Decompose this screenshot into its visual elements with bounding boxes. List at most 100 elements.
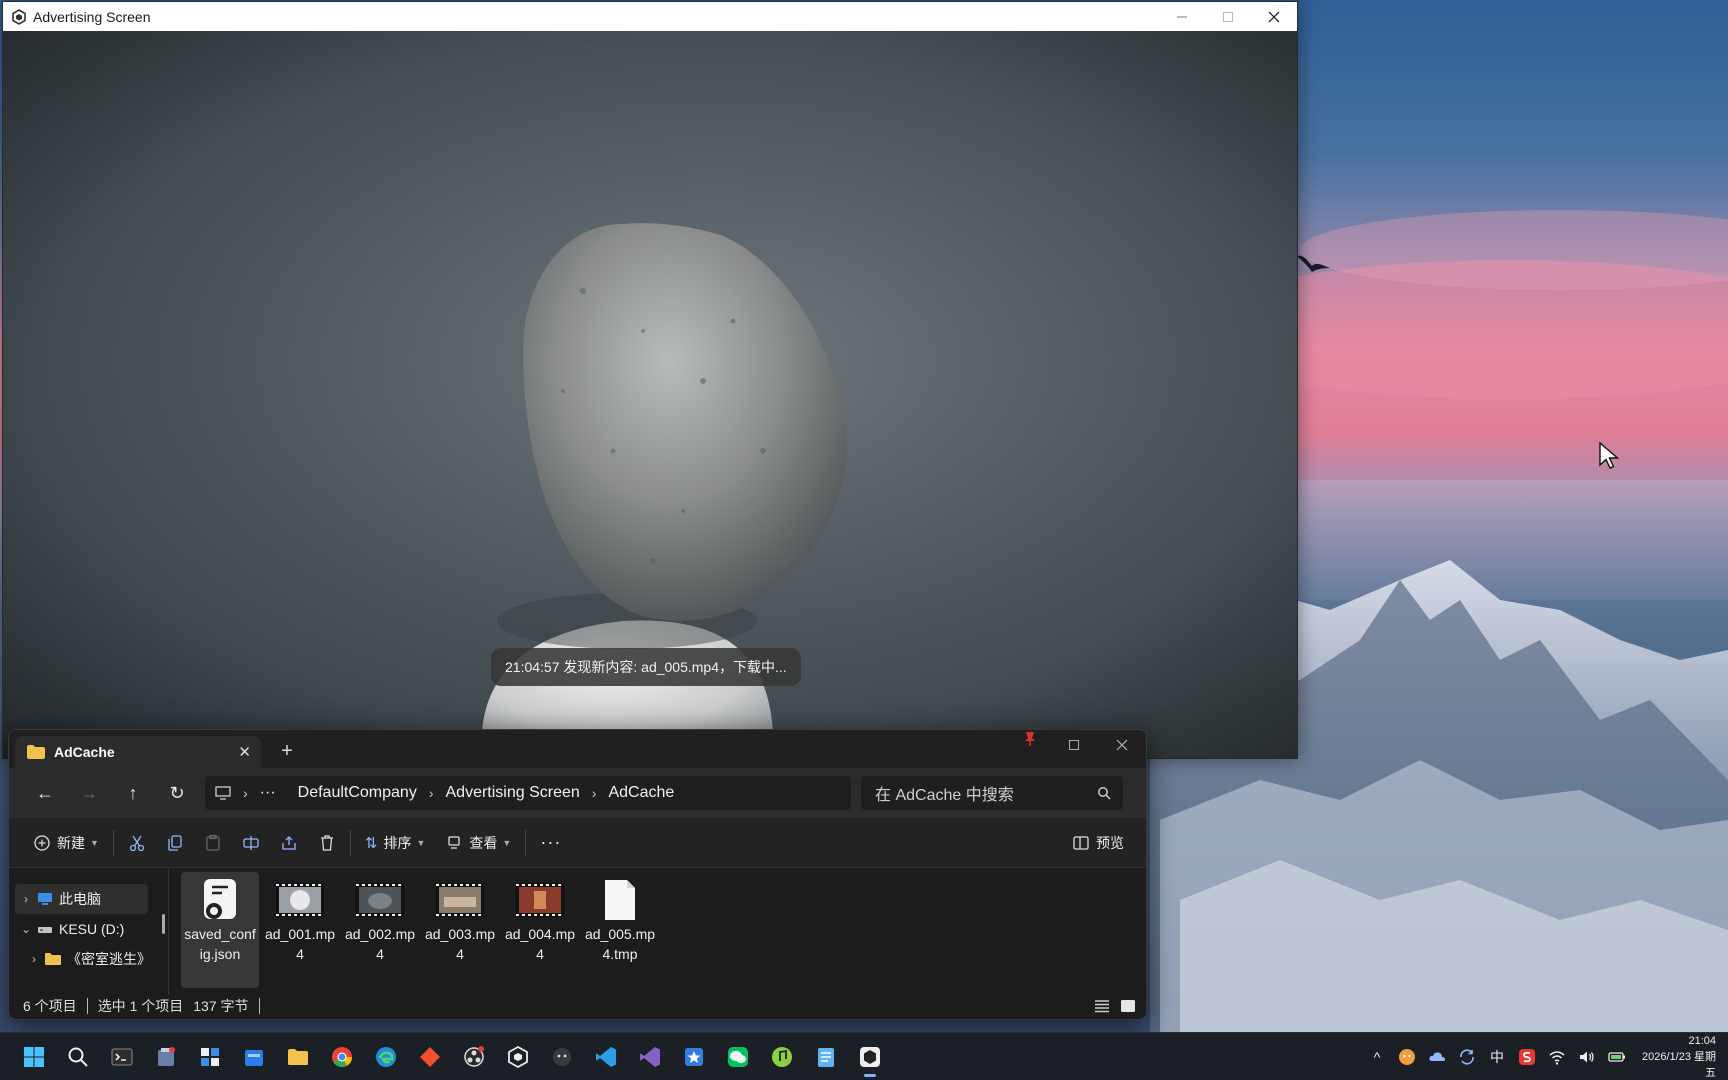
rename-button[interactable] xyxy=(232,826,270,860)
divider xyxy=(525,829,527,856)
breadcrumb-advertising-screen[interactable]: Advertising Screen xyxy=(446,784,580,802)
tab-close-icon[interactable]: ✕ xyxy=(238,743,251,761)
advertising-screen-app[interactable] xyxy=(848,1035,892,1079)
battery-button[interactable] xyxy=(1602,1035,1632,1079)
new-tab-button[interactable]: + xyxy=(273,738,301,764)
clock-time: 21:04 xyxy=(1688,1034,1716,1047)
github-app[interactable] xyxy=(540,1035,584,1079)
bird-silhouette xyxy=(1296,255,1330,272)
nav-item-drive[interactable]: ⌄ KESU (D:) xyxy=(15,914,168,944)
explorer-maximize-button[interactable] xyxy=(1050,730,1098,760)
delete-button[interactable] xyxy=(308,826,346,860)
back-arrow-icon: ← xyxy=(36,782,54,803)
up-button[interactable]: ↑ xyxy=(111,776,155,810)
copy-button[interactable] xyxy=(156,826,194,860)
terminal-icon xyxy=(111,1048,133,1065)
vscode-app[interactable] xyxy=(584,1035,628,1079)
forward-arrow-icon: → xyxy=(80,782,98,803)
rename-icon xyxy=(243,835,259,850)
file-name: ad_005.mp4.tmp xyxy=(584,926,656,962)
ad-window-titlebar[interactable]: Advertising Screen xyxy=(3,2,1297,31)
tray-app-fox[interactable] xyxy=(1392,1035,1422,1079)
chevron-right-icon[interactable]: › xyxy=(23,952,45,966)
breadcrumb-defaultcompany[interactable]: DefaultCompany xyxy=(298,784,417,802)
volume-button[interactable] xyxy=(1572,1035,1602,1079)
preview-pane-button[interactable]: 预览 xyxy=(1062,826,1134,860)
start-button[interactable] xyxy=(12,1035,56,1079)
widgets-app[interactable] xyxy=(188,1035,232,1079)
file-item-ad-003[interactable]: ad_003.mp4 xyxy=(421,872,499,994)
clipboard-app[interactable] xyxy=(144,1035,188,1079)
file-item-ad-002[interactable]: ad_002.mp4 xyxy=(341,872,419,994)
vscode-icon xyxy=(596,1046,616,1067)
explorer-close-button[interactable] xyxy=(1098,730,1146,760)
paste-button[interactable] xyxy=(194,826,232,860)
more-crumbs-icon[interactable]: ··· xyxy=(260,784,276,802)
nav-item-folder[interactable]: › 《密室逃生》 xyxy=(23,944,168,974)
tab-adcache[interactable]: AdCache ✕ xyxy=(15,736,261,768)
nav-scrollbar[interactable] xyxy=(162,914,165,934)
scissors-icon xyxy=(129,835,145,851)
file-item-saved-config[interactable]: saved_config.json xyxy=(181,872,259,988)
plus-circle-icon xyxy=(34,834,50,851)
git-app[interactable] xyxy=(408,1035,452,1079)
nav-item-this-pc[interactable]: › 此电脑 xyxy=(15,884,148,914)
file-explorer-window[interactable]: AdCache ✕ + ← → ↑ ↻ › ··· DefaultCompany… xyxy=(8,729,1147,1020)
breadcrumb-adcache[interactable]: AdCache xyxy=(608,784,674,802)
search-input[interactable]: 在 AdCache 中搜索 xyxy=(861,776,1123,810)
explorer-minimize-button[interactable] xyxy=(1002,730,1050,760)
file-item-ad-005-tmp[interactable]: ad_005.mp4.tmp xyxy=(581,872,659,994)
navigation-pane[interactable]: › 此电脑 ⌄ KESU (D:) › 《密室逃生》 xyxy=(9,868,169,994)
tray-sync[interactable] xyxy=(1452,1035,1482,1079)
unity-player-icon xyxy=(860,1046,880,1067)
pinned-app-blue[interactable] xyxy=(672,1035,716,1079)
address-bar[interactable]: › ··· DefaultCompany › Advertising Scree… xyxy=(205,776,851,810)
video-thumbnail xyxy=(356,876,404,924)
computer-icon xyxy=(38,893,52,905)
input-method-indicator[interactable]: 中 xyxy=(1482,1035,1512,1079)
obs-app[interactable] xyxy=(452,1035,496,1079)
clock[interactable]: 21:04 2026/1/23 星期五 xyxy=(1632,1033,1728,1080)
advertising-screen-window[interactable]: Advertising Screen 21:04:57 发现新内容: ad_00… xyxy=(2,1,1298,759)
refresh-button[interactable]: ↻ xyxy=(155,776,199,810)
maximize-button[interactable] xyxy=(1205,2,1251,31)
network-button[interactable] xyxy=(1542,1035,1572,1079)
back-button[interactable]: ← xyxy=(23,776,67,810)
visual-studio-app[interactable] xyxy=(628,1035,672,1079)
show-hidden-icons-button[interactable]: ^ xyxy=(1362,1035,1392,1079)
store-app[interactable] xyxy=(232,1035,276,1079)
cut-button[interactable] xyxy=(118,826,156,860)
chrome-app[interactable] xyxy=(320,1035,364,1079)
share-button[interactable] xyxy=(270,826,308,860)
minimize-button[interactable] xyxy=(1159,2,1205,31)
unity-hub-app[interactable] xyxy=(496,1035,540,1079)
file-name: ad_004.mp4 xyxy=(504,926,576,962)
divider xyxy=(349,829,351,856)
visual-studio-icon xyxy=(640,1046,660,1067)
edge-app[interactable] xyxy=(364,1035,408,1079)
cloud-icon xyxy=(1429,1051,1445,1061)
tray-sogou[interactable] xyxy=(1512,1035,1542,1079)
view-button[interactable]: 查看 ▼ xyxy=(435,826,521,860)
file-item-ad-004[interactable]: ad_004.mp4 xyxy=(501,872,579,994)
terminal-app[interactable] xyxy=(100,1035,144,1079)
music-app[interactable] xyxy=(760,1035,804,1079)
chevron-right-icon[interactable]: › xyxy=(15,892,37,906)
forward-button[interactable]: → xyxy=(67,776,111,810)
sort-button[interactable]: ⇅ 排序 ▼ xyxy=(355,826,436,860)
wifi-icon xyxy=(1549,1050,1565,1065)
search-button[interactable] xyxy=(56,1035,100,1079)
file-explorer-app[interactable] xyxy=(276,1035,320,1079)
tray-cloud[interactable] xyxy=(1422,1035,1452,1079)
preview-label: 预览 xyxy=(1096,834,1124,851)
new-button[interactable]: 新建 ▼ xyxy=(23,826,109,860)
view-icon xyxy=(448,835,461,849)
file-item-ad-001[interactable]: ad_001.mp4 xyxy=(261,872,339,994)
details-view-icon[interactable] xyxy=(1094,999,1110,1013)
large-icons-view-icon[interactable] xyxy=(1120,999,1136,1013)
notepad-app[interactable] xyxy=(804,1035,848,1079)
wechat-app[interactable] xyxy=(716,1035,760,1079)
close-button[interactable] xyxy=(1251,2,1297,31)
more-options-button[interactable]: ··· xyxy=(530,826,571,860)
chevron-down-icon[interactable]: ⌄ xyxy=(15,922,37,936)
